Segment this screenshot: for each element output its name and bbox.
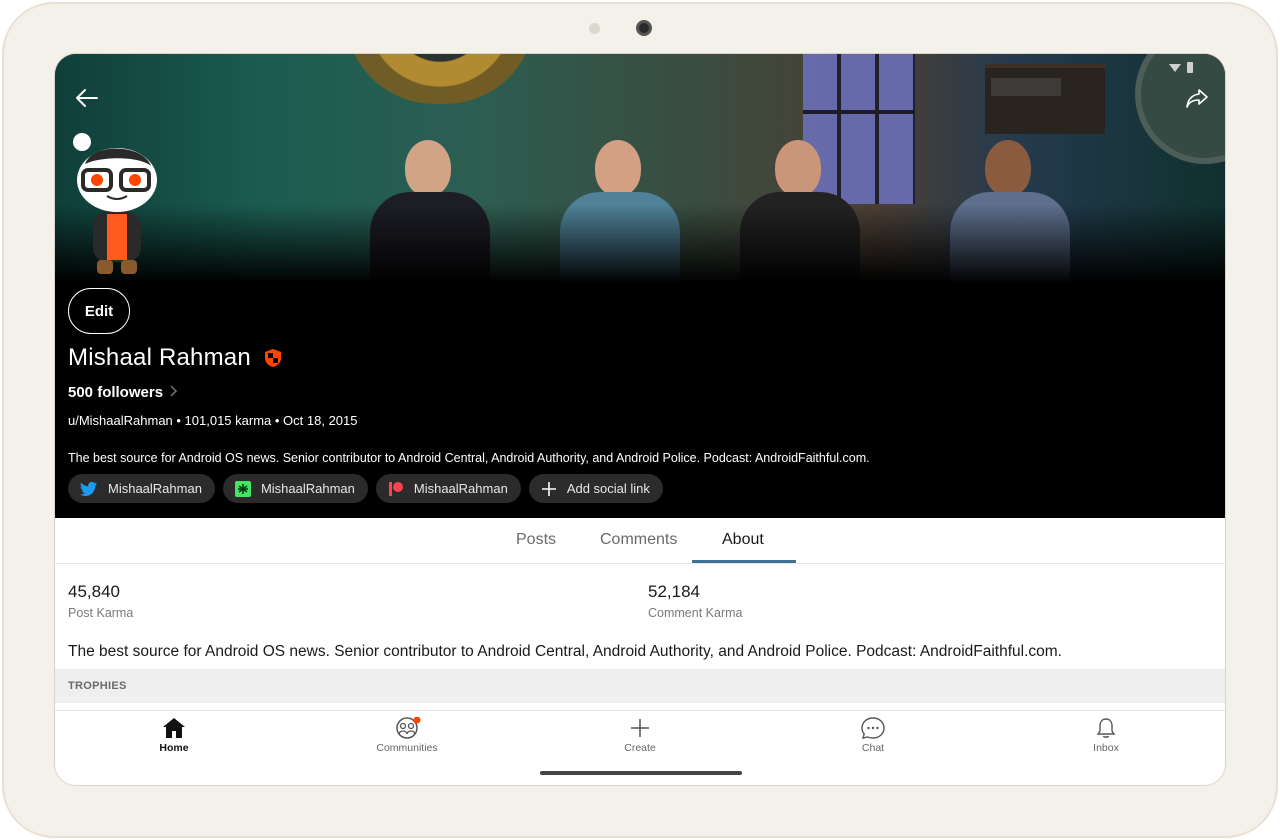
nav-communities[interactable]: Communities [357, 717, 457, 763]
nav-label: Chat [861, 742, 885, 754]
social-link-patreon[interactable]: MishaalRahman [375, 474, 521, 503]
nav-label: Communities [376, 742, 438, 754]
social-links: MishaalRahman MishaalRahman MishaalRahma… [68, 474, 663, 503]
patreon-icon [388, 481, 403, 496]
tab-posts[interactable]: Posts [516, 531, 556, 549]
plus-icon [541, 481, 556, 496]
app-screen: Edit Mishaal Rahman 500 followers u/Mish… [54, 53, 1226, 786]
twitter-icon [80, 481, 97, 496]
back-arrow-icon[interactable] [73, 84, 101, 112]
edit-profile-button[interactable]: Edit [68, 288, 130, 334]
communities-icon [396, 717, 421, 739]
active-tab-indicator [692, 560, 796, 563]
tab-about[interactable]: About [722, 531, 764, 549]
comment-karma-label: Comment Karma [648, 606, 743, 620]
social-link-label: MishaalRahman [108, 481, 202, 496]
snoo-avatar[interactable] [67, 130, 167, 280]
sensor-dot [589, 23, 600, 34]
linktree-icon [234, 480, 251, 497]
social-link-label: MishaalRahman [413, 481, 508, 496]
chevron-right-icon [170, 385, 178, 397]
bottom-navigation: Home Communities Create Chat Inbox [55, 710, 1225, 785]
profile-tabs: Posts Comments About [55, 518, 1225, 564]
profile-meta: u/MishaalRahman • 101,015 karma • Oct 18… [68, 413, 358, 428]
nav-label: Create [624, 742, 656, 754]
share-icon[interactable] [1183, 84, 1211, 112]
social-link-linktree[interactable]: MishaalRahman [222, 474, 368, 503]
nav-inbox[interactable]: Inbox [1056, 717, 1156, 763]
post-karma-label: Post Karma [68, 606, 134, 620]
front-camera [636, 20, 652, 36]
profile-banner-image [55, 54, 1225, 284]
about-description: The best source for Android OS news. Sen… [68, 643, 1062, 660]
trophies-section-header: TROPHIES [55, 669, 1225, 703]
comment-karma-value: 52,184 [648, 582, 700, 601]
social-link-twitter[interactable]: MishaalRahman [68, 474, 215, 503]
post-karma-stat: 45,840 Post Karma [68, 582, 133, 620]
gesture-bar[interactable] [540, 771, 742, 775]
nav-create[interactable]: Create [590, 717, 690, 763]
moderator-shield-icon [265, 349, 281, 367]
add-social-link-button[interactable]: Add social link [528, 474, 663, 503]
add-social-link-label: Add social link [566, 481, 650, 496]
nav-label: Home [159, 742, 189, 754]
plus-icon [631, 719, 649, 737]
profile-header: Edit Mishaal Rahman 500 followers u/Mish… [55, 54, 1225, 518]
home-icon [163, 718, 185, 738]
nav-chat[interactable]: Chat [823, 717, 923, 763]
trophies-title: TROPHIES [68, 680, 127, 692]
nav-label: Inbox [1093, 742, 1119, 754]
status-bar-icons [1169, 62, 1193, 73]
tab-comments[interactable]: Comments [600, 531, 677, 549]
profile-bio: The best source for Android OS news. Sen… [68, 451, 870, 465]
bell-icon [1096, 718, 1116, 738]
comment-karma-stat: 52,184 Comment Karma [648, 582, 742, 620]
nav-home[interactable]: Home [124, 717, 224, 763]
followers-link[interactable]: 500 followers [68, 384, 163, 401]
social-link-label: MishaalRahman [260, 481, 355, 496]
post-karma-value: 45,840 [68, 582, 120, 601]
profile-name: Mishaal Rahman [68, 344, 251, 371]
chat-icon [861, 717, 885, 739]
